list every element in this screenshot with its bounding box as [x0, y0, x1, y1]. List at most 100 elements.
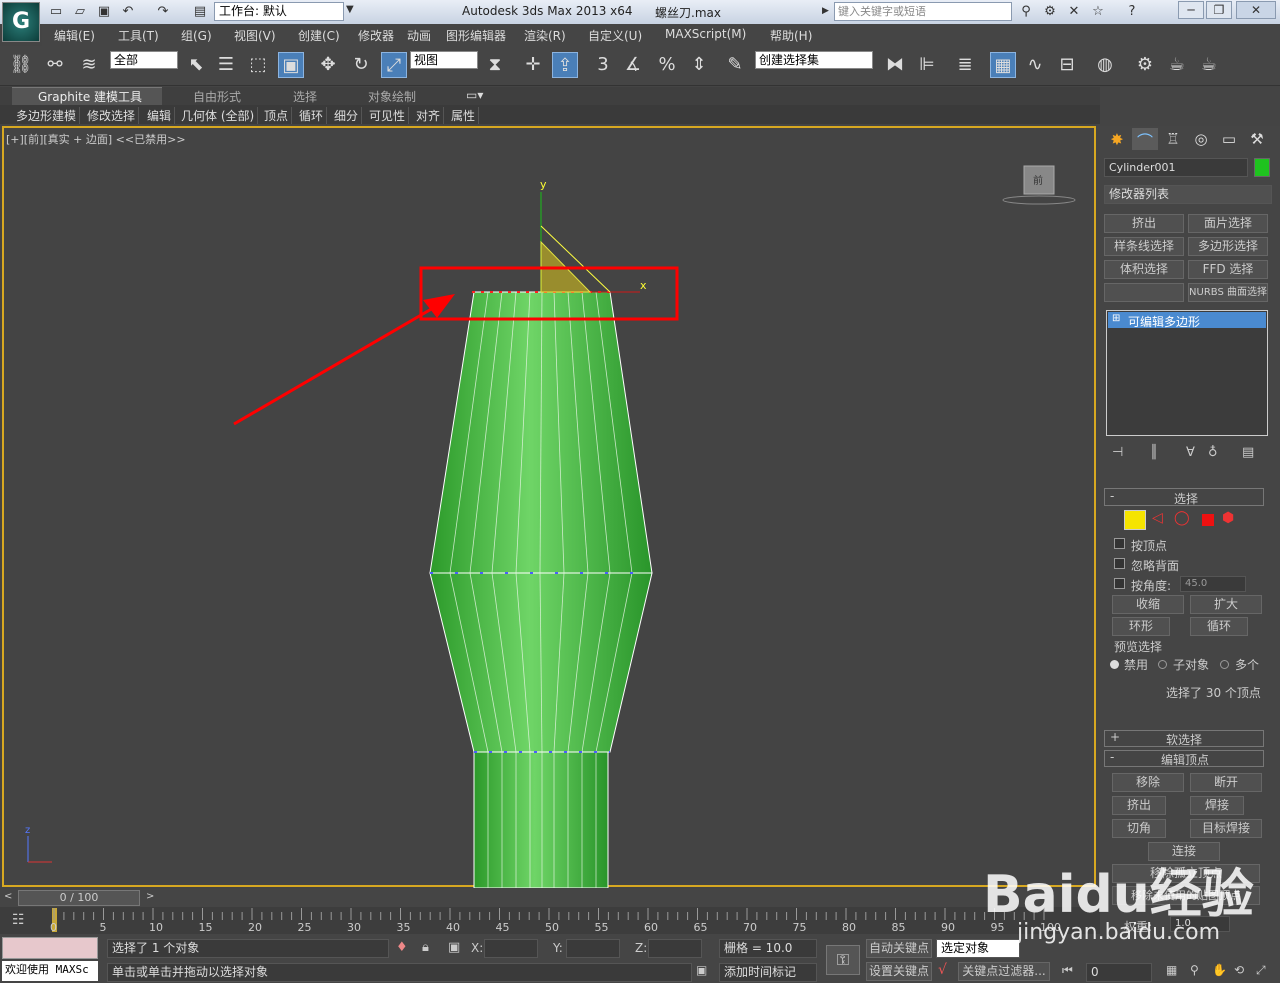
spinner-snap-icon[interactable]: ⇕ [686, 52, 712, 78]
edit-named-selection-icon[interactable]: ✎ [722, 52, 748, 78]
ribbon-options-icon[interactable]: ▭▾ [466, 88, 483, 102]
menu-customize[interactable]: 自定义(U) [588, 27, 642, 44]
select-by-name-icon[interactable]: ☰ [213, 52, 239, 78]
pin-stack-icon[interactable]: ⊣ [1112, 445, 1123, 460]
polygon-mode-icon[interactable] [1202, 514, 1214, 526]
workspace-arrow-icon[interactable]: ▼ [346, 4, 354, 15]
modifier-poly-select-button[interactable]: 多边形选择 [1188, 237, 1268, 256]
angle-snap-icon[interactable]: ∡ [620, 52, 646, 78]
panel-edit[interactable]: 编辑 [144, 107, 176, 124]
loop-button[interactable]: 循环 [1190, 617, 1248, 636]
selection-filter-dropdown[interactable]: 全部 [110, 51, 178, 69]
menu-group[interactable]: 组(G) [181, 27, 212, 44]
modifier-patch-select-button[interactable]: 面片选择 [1188, 214, 1268, 233]
menu-help[interactable]: 帮助(H) [770, 27, 812, 44]
modifier-empty-button[interactable] [1104, 283, 1184, 302]
modifier-list-dropdown[interactable]: 修改器列表 [1104, 185, 1272, 204]
save-icon[interactable]: ▣ [96, 4, 112, 20]
zoom-icon[interactable]: ⚲ [1190, 963, 1199, 977]
graphite-toggle-icon[interactable]: ▦ [990, 52, 1016, 78]
search-expand-icon[interactable]: ▶ [822, 6, 829, 16]
isolate-selection-icon[interactable]: ♦ [396, 940, 408, 955]
modifier-vol-select-button[interactable]: 体积选择 [1104, 260, 1184, 279]
preview-multi-radio[interactable] [1220, 660, 1229, 669]
menu-graph-editors[interactable]: 图形编辑器 [446, 27, 506, 44]
ring-button[interactable]: 环形 [1112, 617, 1170, 636]
panel-properties[interactable]: 属性 [448, 107, 480, 124]
object-name-field[interactable]: Cylinder001 [1104, 158, 1248, 177]
rendered-frame-icon[interactable]: ☕ [1164, 52, 1190, 78]
menu-maxscript[interactable]: MAXScript(M) [665, 27, 746, 41]
z-coord-field[interactable] [648, 939, 702, 958]
edit-vertices-title[interactable]: 编辑顶点 [1161, 751, 1209, 768]
menu-create[interactable]: 创建(C) [298, 27, 340, 44]
curve-editor-icon[interactable]: ∿ [1022, 52, 1048, 78]
y-coord-field[interactable] [566, 939, 620, 958]
search-input[interactable]: 键入关键字或短语 [834, 2, 1012, 21]
maxscript-input[interactable]: 欢迎使用 MAXSc [2, 961, 98, 981]
workspace-dropdown[interactable]: 工作台: 默认 [214, 2, 344, 21]
tab-object-paint[interactable]: 对象绘制 [368, 88, 416, 105]
soft-selection-expand-icon[interactable]: + [1110, 730, 1120, 744]
tab-selection[interactable]: 选择 [293, 88, 317, 105]
minimize-button[interactable]: ─ [1178, 1, 1204, 19]
chamfer-button[interactable]: 切角 [1112, 819, 1166, 838]
align-icon[interactable]: ⊫ [914, 52, 940, 78]
menu-rendering[interactable]: 渲染(R) [524, 27, 566, 44]
preview-disabled-radio[interactable] [1110, 660, 1119, 669]
binoculars-icon[interactable]: ⚲ [1018, 4, 1034, 20]
menu-animation[interactable]: 动画 [407, 27, 431, 44]
restore-button[interactable]: ❐ [1206, 1, 1232, 19]
project-folder-icon[interactable]: ▤ [192, 4, 208, 20]
panel-subdivision[interactable]: 细分 [331, 107, 363, 124]
close-button[interactable]: ✕ [1236, 1, 1276, 19]
show-end-result-icon[interactable]: ║ [1150, 445, 1158, 460]
rotate-icon[interactable]: ↻ [348, 52, 374, 78]
modifier-nurbs-select-button[interactable]: NURBS 曲面选择 [1188, 283, 1268, 302]
window-crossing-icon[interactable]: ▣ [278, 52, 304, 78]
time-next-icon[interactable]: > [146, 891, 154, 902]
time-prev-icon[interactable]: < [4, 891, 12, 902]
modifier-ffd-select-button[interactable]: FFD 选择 [1188, 260, 1268, 279]
viewcube-label[interactable]: 前 [1033, 172, 1043, 187]
render-setup-icon[interactable]: ⚙ [1132, 52, 1158, 78]
select-manipulate-icon[interactable]: ✛ [520, 52, 546, 78]
add-time-tag[interactable]: 添加时间标记 [719, 963, 817, 982]
pan-icon[interactable]: ✋ [1212, 963, 1227, 977]
viewcube-ring[interactable] [1002, 195, 1076, 205]
modify-tab-icon[interactable]: ⌒ [1132, 128, 1158, 151]
mesh-handle-section[interactable] [473, 751, 609, 888]
menu-views[interactable]: 视图(V) [234, 27, 276, 44]
by-vertex-checkbox[interactable] [1114, 538, 1125, 549]
grow-button[interactable]: 扩大 [1190, 595, 1262, 614]
favorites-star-icon[interactable]: ☆ [1090, 4, 1106, 20]
key-filter-curve-icon[interactable]: √ [938, 962, 947, 978]
material-editor-icon[interactable]: ◍ [1092, 52, 1118, 78]
panel-align[interactable]: 对齐 [413, 107, 445, 124]
keyboard-shortcut-override-icon[interactable]: ⇪ [552, 52, 578, 78]
pivot-center-icon[interactable]: ⧗ [482, 52, 508, 78]
maximize-viewport-icon[interactable]: ⤢ [1256, 963, 1266, 978]
edit-vertices-collapse-icon[interactable]: - [1110, 750, 1114, 764]
snaps-toggle-icon[interactable]: 3 [590, 52, 616, 78]
target-weld-button[interactable]: 目标焊接 [1190, 819, 1262, 838]
shrink-button[interactable]: 收缩 [1112, 595, 1184, 614]
named-selection-dropdown[interactable]: 创建选择集 [755, 51, 873, 69]
select-object-icon[interactable]: ⬉ [183, 52, 209, 78]
utilities-tab-icon[interactable]: ⚒ [1244, 130, 1270, 150]
element-mode-icon[interactable]: ⬢ [1222, 510, 1234, 526]
ignore-backfacing-checkbox[interactable] [1114, 558, 1125, 569]
set-key-icon[interactable]: ⚿ [826, 945, 860, 975]
object-color-swatch[interactable] [1254, 158, 1270, 177]
rollout-collapse-icon[interactable]: - [1110, 489, 1114, 503]
help-icon[interactable]: ? [1124, 4, 1140, 20]
maxscript-listener-mini[interactable] [2, 937, 98, 959]
absolute-mode-icon[interactable]: ▣ [448, 940, 460, 955]
link-icon[interactable]: ⛓ [8, 52, 34, 78]
stack-item-editable-poly[interactable]: 可编辑多边形 [1128, 313, 1200, 330]
time-tag-icon[interactable]: ▣ [696, 963, 714, 982]
communication-icon[interactable]: ⚙ [1042, 4, 1058, 20]
panel-geometry-all[interactable]: 几何体 (全部) [178, 107, 259, 124]
panel-polygon-modeling[interactable]: 多边形建模 [13, 107, 81, 124]
modifier-extrude-button[interactable]: 挤出 [1104, 214, 1184, 233]
